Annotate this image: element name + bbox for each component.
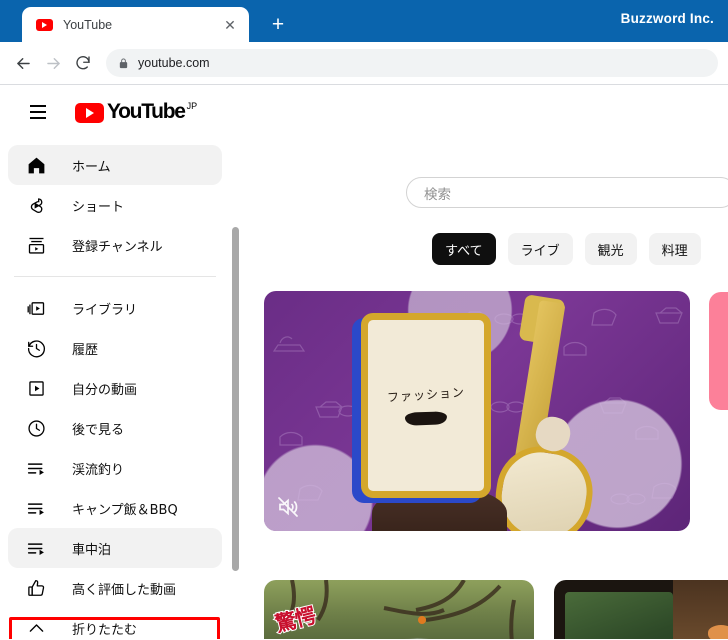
sidebar-item-label: ライブラリ [72, 302, 138, 318]
sidebar-item-label: 登録チャンネル [72, 239, 163, 255]
featured-video-thumbnail[interactable]: ファッション [264, 291, 690, 531]
home-icon [24, 153, 48, 177]
history-icon [24, 336, 48, 360]
sidebar-item-label: 後で見る [72, 422, 125, 438]
library-icon [24, 296, 48, 320]
browser-tab-youtube[interactable]: YouTube ✕ [22, 7, 249, 42]
playlist-icon [24, 536, 48, 560]
window-title: Buzzword Inc. [620, 11, 714, 26]
youtube-masthead: YouTube JP [0, 85, 728, 139]
filter-chip-bar: すべて ライブ 観光 料理 [432, 233, 701, 265]
address-bar[interactable]: youtube.com [106, 49, 718, 77]
tablet-sign: ファッション [361, 313, 491, 498]
moustache-icon [404, 411, 448, 426]
playlist-icon [24, 456, 48, 480]
watch-later-icon [24, 416, 48, 440]
youtube-logo-text: YouTube [107, 100, 186, 123]
back-icon[interactable] [8, 48, 38, 78]
sidebar-item-label: ホーム [72, 159, 111, 175]
sidebar-item-collapse[interactable]: 折りたたむ [8, 608, 222, 639]
your-videos-icon [24, 376, 48, 400]
youtube-play-icon [75, 103, 104, 123]
sidebar-item-label: 履歴 [72, 342, 99, 358]
browser-window: YouTube ✕ + Buzzword Inc. youtube.com Yo… [0, 0, 728, 640]
van-lamp [707, 625, 728, 639]
shorts-icon [24, 193, 48, 217]
subscriptions-icon [24, 233, 48, 257]
close-icon[interactable]: ✕ [221, 16, 239, 34]
sidebar-scrollbar-thumb[interactable] [232, 227, 239, 571]
sidebar-item-label: ショート [72, 199, 125, 215]
sidebar-item-label: 渓流釣り [72, 462, 125, 478]
muted-icon[interactable] [276, 495, 300, 519]
url-text: youtube.com [138, 56, 210, 70]
reload-icon[interactable] [68, 48, 98, 78]
side-video-card[interactable] [709, 292, 728, 410]
youtube-country-code: JP [186, 101, 198, 111]
sidebar-item-shorts[interactable]: ショート [8, 185, 222, 225]
sidebar-item-home[interactable]: ホーム [8, 145, 222, 185]
browser-toolbar: youtube.com [0, 42, 728, 85]
sidebar-item-label: 高く評価した動画 [72, 582, 177, 598]
video-thumbnail-van[interactable]: 小雨と車中泊 [554, 580, 728, 639]
forward-icon[interactable] [38, 48, 68, 78]
hamburger-icon[interactable] [18, 92, 58, 132]
sidebar-item-history[interactable]: 履歴 [8, 328, 222, 368]
sidebar-item-your-videos[interactable]: 自分の動画 [8, 368, 222, 408]
sidebar-item-subscriptions[interactable]: 登録チャンネル [8, 225, 222, 265]
chip-cooking[interactable]: 料理 [648, 233, 701, 265]
lock-icon [118, 57, 129, 70]
sidebar: ホーム ショート 登録チャンネル ライブラリ 履歴 自分の動画 後で見る 渓流釣… [0, 139, 230, 639]
tablet-text: ファッション [386, 385, 466, 405]
video-grid-row: 驚愕 超巨大魚 小雨と車中泊 [264, 580, 728, 639]
video-grid: ファッション 驚愕 [264, 291, 728, 639]
chip-all[interactable]: すべて [432, 233, 496, 265]
search-placeholder: 検索 [424, 186, 451, 202]
tab-title: YouTube [63, 17, 113, 32]
youtube-logo[interactable]: YouTube JP [75, 101, 197, 123]
sidebar-item-label: キャンプ飯＆BBQ [72, 502, 178, 518]
new-tab-button[interactable]: + [263, 9, 293, 39]
van-window-left [564, 592, 673, 639]
thumbs-up-icon [24, 576, 48, 600]
page-viewport: YouTube JP 検索 ホーム ショート 登録チャンネル ライブラリ 履歴 … [0, 85, 728, 639]
sidebar-divider [14, 276, 216, 277]
sidebar-item-playlist-camp[interactable]: キャンプ飯＆BBQ [8, 488, 222, 528]
sidebar-item-label: 車中泊 [72, 542, 112, 558]
sidebar-item-watch-later[interactable]: 後で見る [8, 408, 222, 448]
sidebar-item-playlist-shachuhaku[interactable]: 車中泊 [8, 528, 222, 568]
tab-strip: YouTube ✕ + Buzzword Inc. [0, 0, 728, 42]
search-input[interactable]: 検索 [406, 177, 728, 208]
sidebar-item-label: 折りたたむ [72, 622, 138, 638]
chip-sightseeing[interactable]: 観光 [584, 233, 637, 265]
sidebar-item-playlist-keiryu[interactable]: 渓流釣り [8, 448, 222, 488]
sidebar-item-library[interactable]: ライブラリ [8, 288, 222, 328]
sidebar-item-liked-videos[interactable]: 高く評価した動画 [8, 568, 222, 608]
chevron-up-icon [24, 616, 48, 639]
chip-live[interactable]: ライブ [507, 233, 573, 265]
mouse-cursor [176, 638, 198, 639]
playlist-icon [24, 496, 48, 520]
youtube-icon [36, 18, 53, 31]
video-thumbnail-river[interactable]: 驚愕 超巨大魚 [264, 580, 534, 639]
sidebar-item-label: 自分の動画 [72, 382, 138, 398]
